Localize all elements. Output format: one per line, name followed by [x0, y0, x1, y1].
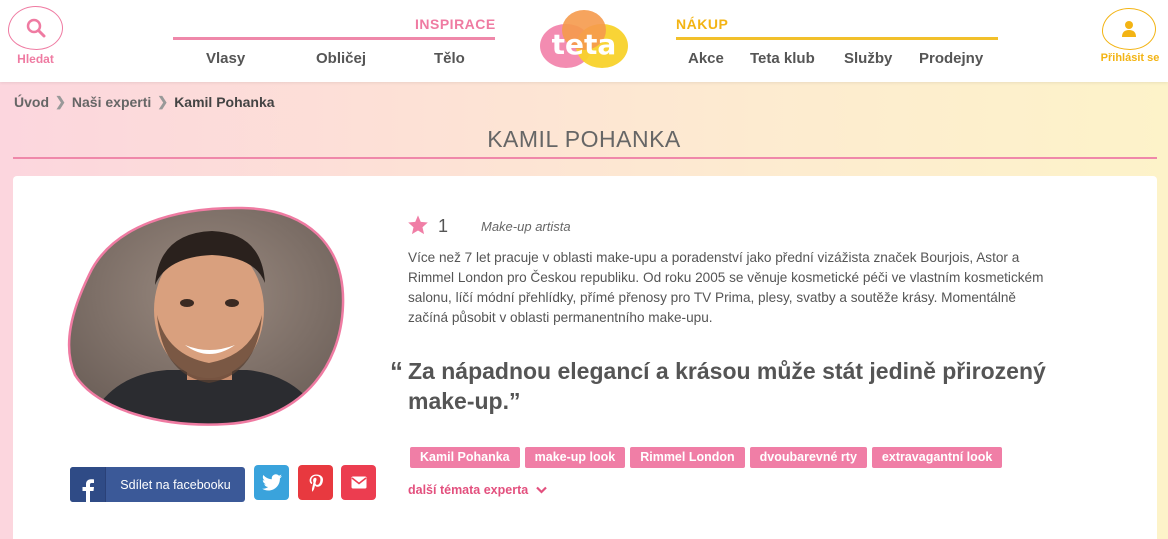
expert-role: Make-up artista	[481, 219, 571, 234]
more-topics-link[interactable]: další témata experta	[408, 483, 547, 497]
search-icon	[26, 18, 45, 38]
star-icon[interactable]	[407, 214, 429, 236]
chevron-down-icon	[536, 486, 547, 494]
search-label[interactable]: Hledat	[13, 52, 58, 66]
pinterest-share-button[interactable]	[298, 465, 333, 500]
tag-dvoubarevne-rty[interactable]: dvoubarevné rty	[749, 447, 867, 468]
user-icon	[1122, 21, 1136, 37]
nakup-divider	[676, 37, 998, 40]
facebook-share-button[interactable]: Sdílet na facebooku	[70, 467, 245, 502]
facebook-icon	[70, 467, 106, 502]
site-header: Hledat INSPIRACE Vlasy Obličej Tělo teta…	[0, 0, 1168, 82]
expert-photo	[67, 205, 347, 427]
chevron-right-icon: ❯	[55, 94, 66, 109]
breadcrumb: Úvod ❯ Naši experti ❯ Kamil Pohanka	[14, 94, 275, 110]
tag-rimmel-london[interactable]: Rimmel London	[630, 447, 745, 468]
login-label[interactable]: Přihlásit se	[1096, 52, 1164, 64]
inspirace-divider	[173, 37, 495, 40]
page-title: KAMIL POHANKA	[487, 126, 681, 152]
facebook-share-label: Sdílet na facebooku	[120, 477, 231, 492]
nav-item-akce[interactable]: Akce	[688, 50, 724, 67]
tag-kamil-pohanka[interactable]: Kamil Pohanka	[410, 447, 520, 468]
title-divider	[13, 157, 1157, 159]
breadcrumb-item-home[interactable]: Úvod	[14, 94, 49, 110]
pinterest-icon	[309, 474, 323, 492]
nav-item-sluzby[interactable]: Služby	[844, 50, 892, 67]
section-title-nakup: NÁKUP	[676, 16, 729, 32]
twitter-share-button[interactable]	[254, 465, 289, 500]
breadcrumb-item-current: Kamil Pohanka	[174, 94, 275, 110]
nav-item-prodejny[interactable]: Prodejny	[919, 50, 983, 67]
nav-item-vlasy[interactable]: Vlasy	[206, 50, 245, 67]
expert-bio: Více než 7 let pracuje v oblasti make-up…	[408, 250, 1044, 325]
nav-item-teta-klub[interactable]: Teta klub	[750, 50, 815, 67]
twitter-icon	[261, 474, 282, 491]
section-title-inspirace: INSPIRACE	[415, 16, 496, 32]
mail-icon	[351, 476, 366, 489]
teta-logo[interactable]: teta	[538, 6, 630, 72]
chevron-right-icon: ❯	[157, 94, 169, 109]
svg-text:teta: teta	[552, 28, 617, 61]
rating-count: 1	[438, 216, 449, 236]
expert-quote: Za nápadnou elegancí a krásou může stát …	[408, 358, 1046, 414]
more-topics-label: další témata experta	[408, 483, 529, 497]
login-button[interactable]	[1102, 8, 1156, 50]
search-button[interactable]	[8, 6, 63, 50]
tag-list: Kamil Pohanka make-up look Rimmel London…	[410, 447, 1003, 468]
nav-item-telo[interactable]: Tělo	[434, 50, 465, 67]
email-share-button[interactable]	[341, 465, 376, 500]
breadcrumb-item-experts[interactable]: Naši experti	[72, 94, 151, 110]
tag-make-up-look[interactable]: make-up look	[524, 447, 626, 468]
quote-open-mark: “	[390, 356, 403, 386]
tag-extravagantni-look[interactable]: extravagantní look	[871, 447, 1003, 468]
nav-item-oblicej[interactable]: Obličej	[316, 50, 366, 67]
